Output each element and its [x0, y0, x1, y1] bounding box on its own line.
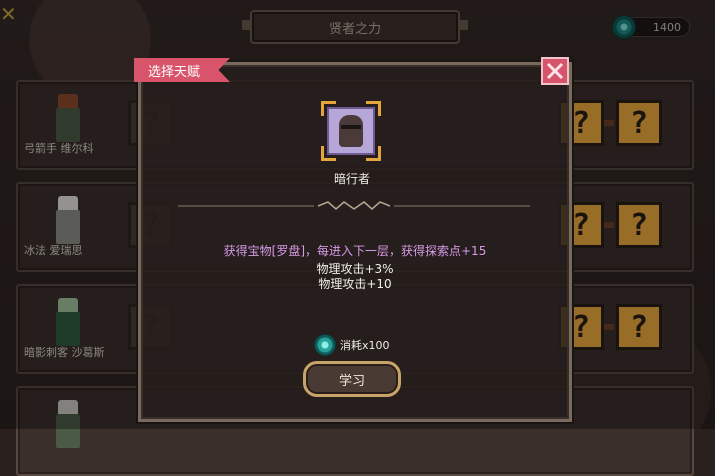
talent-name: 暗行者 — [333, 172, 370, 186]
cost-label: 消耗x100 — [340, 339, 390, 352]
close-icon — [546, 62, 564, 80]
ornament-divider — [178, 201, 530, 210]
close-button[interactable] — [541, 57, 569, 85]
talent-icon-frame — [321, 101, 381, 161]
dialog-title: 选择天赋 — [148, 64, 201, 80]
effect-text: 物理攻击+10 — [318, 277, 392, 291]
learn-button-label: 学习 — [338, 373, 365, 389]
gem-icon — [314, 334, 336, 356]
learn-button[interactable]: 学习 — [303, 361, 401, 397]
effect-text: 获得宝物[罗盘]，每进入下一层，获得探索点+15 — [223, 244, 487, 258]
dialog-title-tab: 选择天赋 — [134, 58, 230, 82]
hooded-figure-icon — [327, 107, 375, 155]
learn-cost: 消耗x100 — [314, 334, 390, 356]
